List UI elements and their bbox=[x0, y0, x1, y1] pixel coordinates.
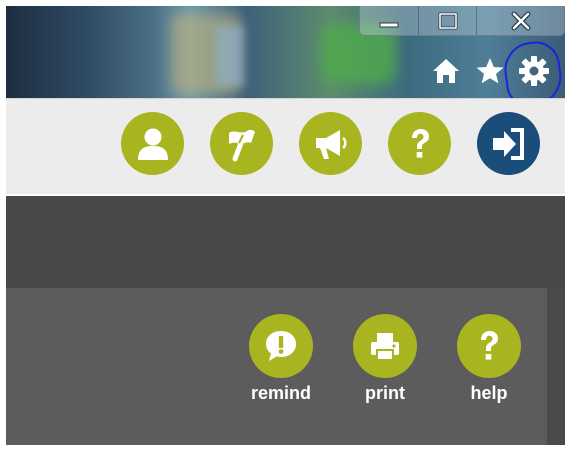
browser-chrome bbox=[6, 6, 565, 98]
window-controls bbox=[359, 6, 565, 36]
close-button[interactable] bbox=[477, 6, 564, 35]
remind-label: remind bbox=[250, 383, 311, 403]
gear-highlight-annotation bbox=[500, 38, 565, 98]
profile-button[interactable] bbox=[121, 112, 184, 175]
minimize-button[interactable] bbox=[360, 6, 419, 35]
panel-actions: remind print help bbox=[243, 314, 527, 404]
content-area: remind print help bbox=[6, 288, 565, 445]
app-header bbox=[6, 98, 565, 194]
maximize-button[interactable] bbox=[419, 6, 478, 35]
action-panel: remind print help bbox=[6, 288, 547, 445]
star-icon bbox=[476, 58, 504, 84]
remind-button[interactable]: remind bbox=[243, 314, 319, 404]
favorites-button[interactable] bbox=[473, 54, 507, 88]
help-label: help bbox=[470, 383, 508, 403]
question-icon bbox=[481, 331, 498, 360]
printer-icon bbox=[371, 333, 399, 361]
header-icon-bar bbox=[121, 112, 540, 175]
flag-button[interactable] bbox=[210, 112, 273, 175]
maximize-icon bbox=[438, 12, 458, 29]
alert-bubble-icon bbox=[266, 331, 296, 361]
announcements-button[interactable] bbox=[299, 112, 362, 175]
help-header-button[interactable] bbox=[388, 112, 451, 175]
home-icon bbox=[433, 59, 459, 83]
dark-band bbox=[6, 196, 565, 288]
remind-icon-circle bbox=[249, 314, 313, 378]
bottom-strip bbox=[6, 445, 565, 451]
flag-icon bbox=[228, 129, 255, 161]
minimize-icon bbox=[379, 22, 399, 27]
sign-out-button[interactable] bbox=[477, 112, 540, 175]
close-icon bbox=[511, 11, 531, 30]
question-icon bbox=[411, 128, 429, 158]
home-button[interactable] bbox=[429, 54, 463, 88]
sign-out-icon bbox=[492, 127, 524, 160]
user-icon bbox=[137, 128, 168, 160]
print-icon-circle bbox=[353, 314, 417, 378]
help-panel-button[interactable]: help bbox=[451, 314, 527, 404]
print-label: print bbox=[365, 383, 405, 403]
megaphone-icon bbox=[315, 129, 346, 159]
desktop-blur bbox=[216, 26, 244, 86]
help-icon-circle bbox=[457, 314, 521, 378]
print-button[interactable]: print bbox=[347, 314, 423, 404]
